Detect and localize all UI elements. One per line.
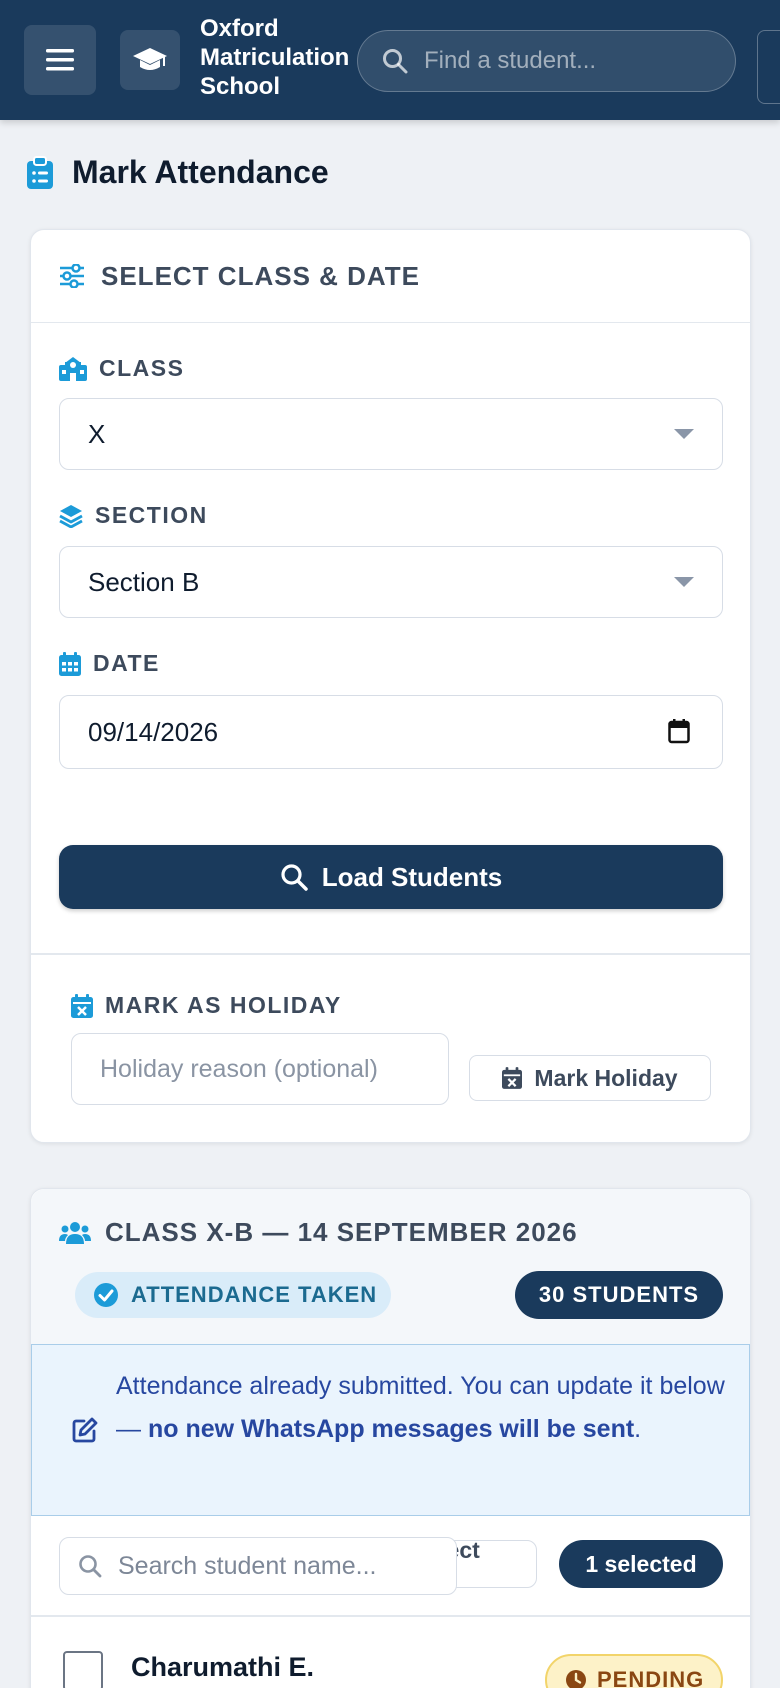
select-class-card: SELECT CLASS & DATE CLASS X SECTION Sect… [30,229,751,1143]
holiday-field-label: MARK AS HOLIDAY [71,992,342,1019]
attendance-status-text: ATTENDANCE TAKEN [131,1282,378,1307]
load-students-label: Load Students [321,861,503,892]
date-input-value: 09/14/2026 [88,716,219,747]
card-divider [31,953,750,955]
mark-holiday-label: Mark Holiday [534,1064,678,1091]
date-field-label: DATE [59,650,160,677]
menu-button[interactable] [24,25,96,95]
brand-name: Oxford Matriculation School [200,14,360,101]
select-card-header: SELECT CLASS & DATE [31,230,750,323]
page-title: Mark Attendance [72,154,329,190]
class-date-heading: CLASS X-B — 14 SEPTEMBER 2026 [59,1217,578,1248]
selected-count-badge: 1 selected [559,1540,723,1588]
list-divider [31,1615,750,1617]
date-picker-icon[interactable] [668,718,690,744]
calendar-x-icon [71,993,93,1018]
date-input[interactable]: 09/14/2026 [59,695,723,769]
clipboard-list-icon [27,155,53,189]
alert-bold-text: no new WhatsApp messages will be sent [147,1415,635,1443]
student-name: Charumathi E. [131,1652,315,1682]
brand-logo [120,30,180,90]
section-select[interactable]: Section B [59,546,723,618]
student-count-badge: 30 STUDENTS [515,1271,723,1319]
calendar-icon [59,651,81,676]
alert-message: Attendance already submitted. You can up… [116,1365,726,1451]
already-submitted-alert: Attendance already submitted. You can up… [31,1344,750,1516]
search-icon [281,864,308,891]
layer-group-icon [59,504,83,528]
brand-line-3: School [200,73,281,100]
class-select[interactable]: X [59,398,723,470]
section-select-value: Section B [88,566,200,597]
search-icon [79,1555,102,1578]
attendance-card: CLASS X-B — 14 SEPTEMBER 2026 ATTENDANCE… [30,1188,751,1688]
header-action-button[interactable] [757,30,780,104]
section-field-label: SECTION [59,502,208,529]
class-label-text: CLASS [99,355,185,381]
student-search-box[interactable] [357,30,736,92]
student-status-badge: PENDING [545,1654,723,1688]
mark-holiday-button[interactable]: Mark Holiday [469,1055,711,1101]
brand-line-1: Oxford [200,15,279,42]
student-name-search[interactable] [59,1537,457,1595]
holiday-reason-input[interactable] [71,1033,449,1105]
chevron-down-icon [674,577,694,587]
class-select-value: X [88,418,106,449]
search-icon [383,49,408,74]
student-status-text: PENDING [597,1667,705,1688]
load-students-button[interactable]: Load Students [59,845,723,909]
graduation-cap-icon [133,48,167,70]
section-label-text: SECTION [95,502,208,528]
class-date-title: CLASS X-B — 14 SEPTEMBER 2026 [105,1217,578,1247]
clock-icon [566,1670,586,1688]
date-label-text: DATE [93,650,160,676]
student-name-search-input[interactable] [118,1551,438,1581]
attendance-status-badge: ATTENDANCE TAKEN [75,1272,391,1318]
users-icon [59,1221,91,1244]
calendar-x-icon [502,1067,523,1089]
hamburger-icon [46,49,74,71]
select-card-title: SELECT CLASS & DATE [101,260,420,291]
chevron-down-icon [674,429,694,439]
page-heading: Mark Attendance [26,154,329,191]
sliders-icon [60,264,84,288]
class-field-label: CLASS [59,355,184,382]
student-search-input[interactable] [424,47,724,75]
edit-icon [72,1417,98,1443]
check-circle-icon [94,1283,118,1307]
holiday-label-text: MARK AS HOLIDAY [105,992,342,1018]
brand-line-2: Matriculation [200,44,350,71]
school-icon [59,356,87,381]
student-row-checkbox[interactable] [63,1651,103,1688]
attendance-card-header: CLASS X-B — 14 SEPTEMBER 2026 ATTENDANCE… [31,1189,750,1344]
top-bar: Oxford Matriculation School [0,0,780,120]
alert-end: . [634,1415,642,1443]
